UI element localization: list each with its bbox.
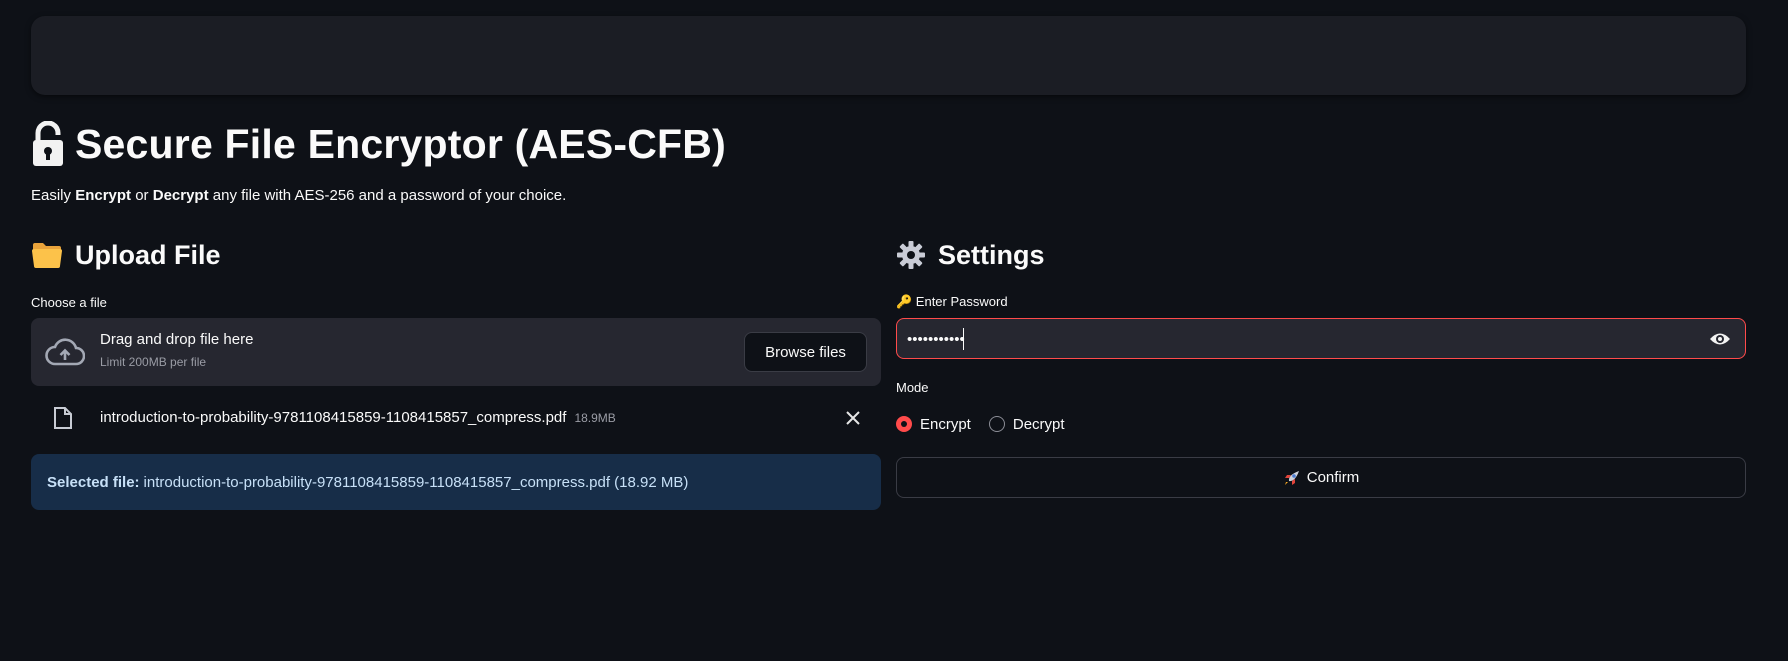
title-text: Secure File Encryptor (AES-CFB) [75, 120, 726, 167]
radio-encrypt-label: Encrypt [920, 415, 971, 433]
upload-heading-text: Upload File [75, 239, 221, 270]
file-size: 18.9MB [574, 411, 616, 425]
selected-file-info: Selected file: introduction-to-probabili… [31, 454, 881, 510]
password-input[interactable] [907, 327, 1687, 351]
top-banner [31, 16, 1746, 95]
dropzone-limit: Limit 200MB per file [100, 355, 207, 369]
browse-files-button[interactable]: Browse files [744, 332, 867, 372]
cloud-upload-icon [45, 338, 85, 366]
password-field[interactable] [896, 318, 1746, 359]
page-subtitle: Easily Encrypt or Decrypt any file with … [31, 187, 566, 204]
mode-label: Mode [896, 379, 929, 395]
subtitle-part: or [131, 187, 153, 204]
password-label: 🔑 Enter Password [896, 294, 1008, 309]
settings-heading-text: Settings [938, 239, 1045, 270]
selected-file-value: introduction-to-probability-978110841585… [143, 473, 689, 491]
close-icon[interactable] [845, 410, 861, 426]
dropzone-instructions: Drag and drop file here [100, 331, 254, 348]
subtitle-decrypt: Decrypt [152, 187, 209, 204]
radio-encrypt[interactable]: Encrypt [896, 416, 971, 433]
uploaded-file-row: introduction-to-probability-978110841585… [31, 398, 881, 438]
upload-column: Upload File Choose a file Drag and drop … [31, 232, 881, 510]
file-uploader-label: Choose a file [31, 294, 107, 310]
file-dropzone[interactable]: Drag and drop file here Limit 200MB per … [31, 318, 881, 386]
lock-icon [33, 121, 63, 166]
radio-unselected-indicator [988, 416, 1005, 432]
selected-file-prefix: Selected file: [47, 473, 140, 491]
document-icon [54, 407, 72, 429]
subtitle-encrypt: Encrypt [75, 187, 132, 204]
page-title: Secure File Encryptor (AES-CFB) [31, 114, 726, 174]
confirm-button-label: Confirm [1306, 469, 1360, 486]
radio-decrypt-label: Decrypt [1012, 415, 1065, 433]
radio-selected-indicator [896, 416, 912, 432]
uploaded-file-name: introduction-to-probability-978110841585… [100, 409, 616, 426]
settings-column: Settings 🔑 Enter Password Mode Encrypt D… [896, 232, 1746, 498]
rocket-icon [1284, 470, 1299, 485]
upload-heading: Upload File [31, 232, 881, 278]
file-name-text: introduction-to-probability-978110841585… [100, 409, 567, 426]
text-caret [963, 328, 964, 350]
mode-radio-group: Encrypt Decrypt [896, 412, 1746, 436]
dropzone-text: Drag and drop file here Limit 200MB per … [100, 331, 253, 369]
eye-icon[interactable] [1709, 331, 1731, 347]
confirm-button[interactable]: Confirm [896, 457, 1746, 498]
radio-decrypt[interactable]: Decrypt [988, 415, 1065, 433]
gear-icon [897, 241, 925, 269]
subtitle-part: Easily [31, 187, 76, 204]
settings-heading: Settings [896, 232, 1746, 278]
subtitle-part: any file with AES-256 and a password of … [208, 187, 567, 204]
folder-icon [32, 243, 62, 268]
